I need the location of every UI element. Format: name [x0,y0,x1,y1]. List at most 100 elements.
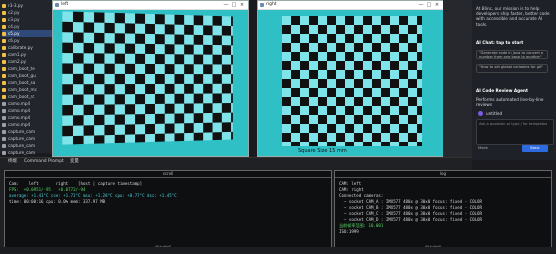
log-line: CAM: right [339,187,364,192]
avatar [478,111,483,116]
model-select[interactable]: Mode [478,146,488,150]
file-icon [2,59,6,64]
log-line: 当前帧率范围: 10.001 [339,223,384,228]
close-button[interactable]: × [433,1,441,9]
user-name: untitled [486,111,503,116]
file-item[interactable]: cam1.py [2,51,52,58]
file-name: camo.mp4 [8,115,31,120]
log-line: Connected cameras: [339,193,384,198]
file-name: camo.mp4 [8,108,31,113]
file-name: c4.py [8,24,20,29]
chat-input[interactable]: Ask a question or type / for templates [476,119,554,145]
file-name: capture_cam [8,129,36,134]
right-camera-window[interactable]: right — □ × Square Size 15 mm [257,0,444,157]
terminal-tabs: 终端 Command Prompt 变量 [0,158,556,166]
right-window-titlebar[interactable]: right — □ × [258,1,443,10]
file-name: camo.mp4 [8,122,31,127]
file-icon [2,122,6,127]
suggestion-1[interactable]: "Generate code in java to convert a numb… [476,50,548,59]
file-icon [2,10,6,15]
tab-command-prompt[interactable]: Command Prompt [24,158,64,166]
log-panel-title: log [335,171,551,178]
file-icon [2,3,6,8]
minimize-button[interactable]: — [417,1,425,9]
close-button[interactable]: × [238,1,246,9]
file-icon [2,31,6,36]
terminal-line: time: 00:00:16 cpu: 0.0% mem: 337.97 MB [9,199,106,204]
file-icon [2,80,6,85]
file-item[interactable]: c2.py [2,9,52,16]
file-name: c2.py [8,10,20,15]
review-agent-title[interactable]: AI Code Review Agent [476,88,552,93]
file-explorer: r3-3.py c2.py c3.py c4.py c5.py c6.py calibrat… [0,0,52,156]
file-name: capture_cam [8,150,36,155]
left-camera-window[interactable]: left — □ × [52,0,249,157]
terminal-line: average: +1.41°C cse: +1.71°C msu: +1.28… [9,193,177,198]
file-icon [2,87,6,92]
file-item[interactable]: c5.py [2,30,52,37]
file-item[interactable]: camo.mp4 [2,100,52,107]
file-icon [2,38,6,43]
maximize-button[interactable]: □ [230,1,238,9]
file-item[interactable]: cam2.py [2,58,52,65]
file-item[interactable]: c4.py [2,23,52,30]
log-line: — socket CAM_A : IMX577 480x @ 30x0 focu… [339,199,482,204]
file-item[interactable]: capture_cam [2,142,52,149]
file-item[interactable]: cam_boot_sa [2,79,52,86]
file-icon [2,136,6,141]
right-camera-feed: Square Size 15 mm [258,10,443,156]
file-item[interactable]: cam_boot_te [2,65,52,72]
tab-variables[interactable]: 变量 [70,158,79,166]
file-item[interactable]: cam_boot_rc [2,93,52,100]
file-icon [2,45,6,50]
file-item[interactable]: r3-3.py [2,2,52,9]
file-item[interactable]: camo.mp4 [2,114,52,121]
file-item[interactable]: c6.py [2,37,52,44]
log-line: — socket CAM_D : IMX577 480x @ 30x0 focu… [339,217,482,222]
ai-intro-text: At Blinc, our mission is to help develop… [476,6,550,27]
camera-icon [260,3,264,7]
file-name: r3-3.py [8,3,24,8]
file-item[interactable]: calibrate.py [2,44,52,51]
minimize-button[interactable]: — [222,1,230,9]
file-item[interactable]: capture_cam [2,128,52,135]
file-name: cam_boot_te [8,66,35,71]
file-icon [2,94,6,99]
scroll-panel-title: scroll [5,171,331,178]
file-name: c6.py [8,38,20,43]
file-name: cam2.py [8,59,27,64]
file-item[interactable]: capture_cam [2,135,52,142]
file-item[interactable]: cam_boot_mc [2,86,52,93]
file-icon [2,52,6,57]
log-line: CAM: left [339,181,362,186]
chat-input-placeholder: Ask a question or type / for templates [479,122,548,126]
file-name: cam1.py [8,52,27,57]
file-item[interactable]: c3.py [2,16,52,23]
file-name: c3.py [8,17,20,22]
checkerboard-left [62,11,233,145]
file-icon [2,24,6,29]
checkerboard-right [282,16,422,146]
file-name: cam_boot_sa [8,80,36,85]
file-icon [2,143,6,148]
scroll-panel: scroll Cam: left right [host | capture t… [4,170,332,252]
tab-terminal[interactable]: 终端 [8,158,17,166]
ai-chat-title[interactable]: AI Chat: tap to start [476,40,552,45]
file-icon [2,101,6,106]
file-item[interactable]: capture_cam [2,149,52,156]
maximize-button[interactable]: □ [425,1,433,9]
file-icon [2,66,6,71]
file-name: capture_cam [8,143,36,148]
editor-gutter [443,0,472,157]
suggestion-2[interactable]: "How to set global variables for git" [476,64,548,73]
send-button[interactable]: Basic [522,145,548,152]
camera-icon [55,3,59,7]
file-item[interactable]: camo.mp4 [2,121,52,128]
left-window-title: left [61,2,69,7]
file-name: calibrate.py [8,45,33,50]
file-item[interactable]: cam_boot_gu [2,72,52,79]
left-window-titlebar[interactable]: left — □ × [53,1,248,10]
log-line: — socket CAM_B : IMX577 480x @ 30x0 focu… [339,205,482,210]
file-item[interactable]: camo.mp4 [2,107,52,114]
review-agent-desc: Performs automated line-by-line reviews [476,97,544,108]
